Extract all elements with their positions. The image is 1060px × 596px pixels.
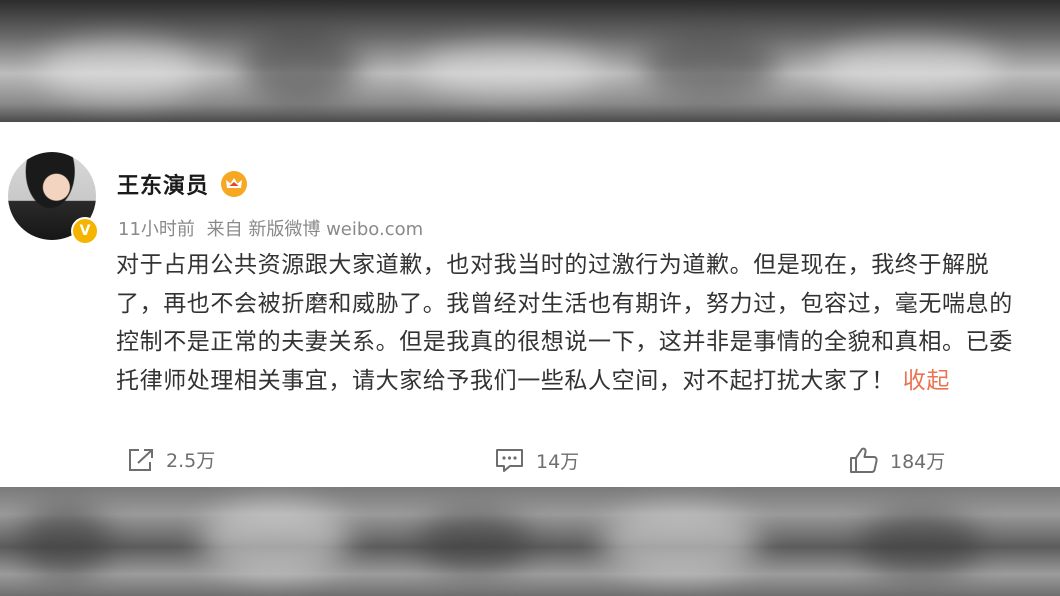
post-time[interactable]: 11小时前 — [118, 219, 195, 240]
comment-count: 14万 — [536, 450, 580, 473]
like-button[interactable]: 184万 — [848, 446, 945, 474]
share-button[interactable]: 2.5万 — [126, 446, 215, 473]
like-count: 184万 — [890, 450, 946, 473]
content-line: 控制不是正常的夫妻关系。但是我真的很想说一下，这并非是事情的全貌和真相。已委 — [116, 329, 1013, 355]
username[interactable]: 王东演员 — [117, 168, 209, 200]
content-line-last: 托律师处理相关事宜，请大家给予我们一些私人空间，对不起打扰大家了！ 收起 — [116, 362, 1046, 401]
verified-icon: V — [71, 217, 99, 245]
share-icon — [129, 448, 153, 471]
share-count: 2.5万 — [166, 450, 216, 472]
content-line: 托律师处理相关事宜，请大家给予我们一些私人空间，对不起打扰大家了！ — [116, 367, 895, 394]
blurred-top-background — [0, 0, 1060, 122]
content-line: 了，再也不会被折磨和威胁了。我曾经对生活也有期许，努力过，包容过，毫无喘息的 — [116, 290, 1013, 317]
post-content: 对于占用公共资源跟大家道歉，也对我当时的过激行为道歉。但是现在，我终于解脱 了，… — [116, 246, 1046, 400]
comment-icon — [496, 449, 523, 472]
collapse-link[interactable]: 收起 — [903, 368, 950, 394]
post-source: 来自 新版微博 weibo.com — [206, 219, 424, 240]
post-meta: 11小时前 来自 新版微博 weibo.com — [118, 215, 429, 241]
content-line: 对于占用公共资源跟大家道歉，也对我当时的过激行为道歉。但是现在，我终于解脱 — [116, 252, 990, 278]
crown-icon — [221, 171, 247, 197]
blurred-bottom-background — [0, 487, 1060, 596]
comment-button[interactable]: 14万 — [494, 446, 579, 474]
like-icon — [850, 447, 878, 473]
